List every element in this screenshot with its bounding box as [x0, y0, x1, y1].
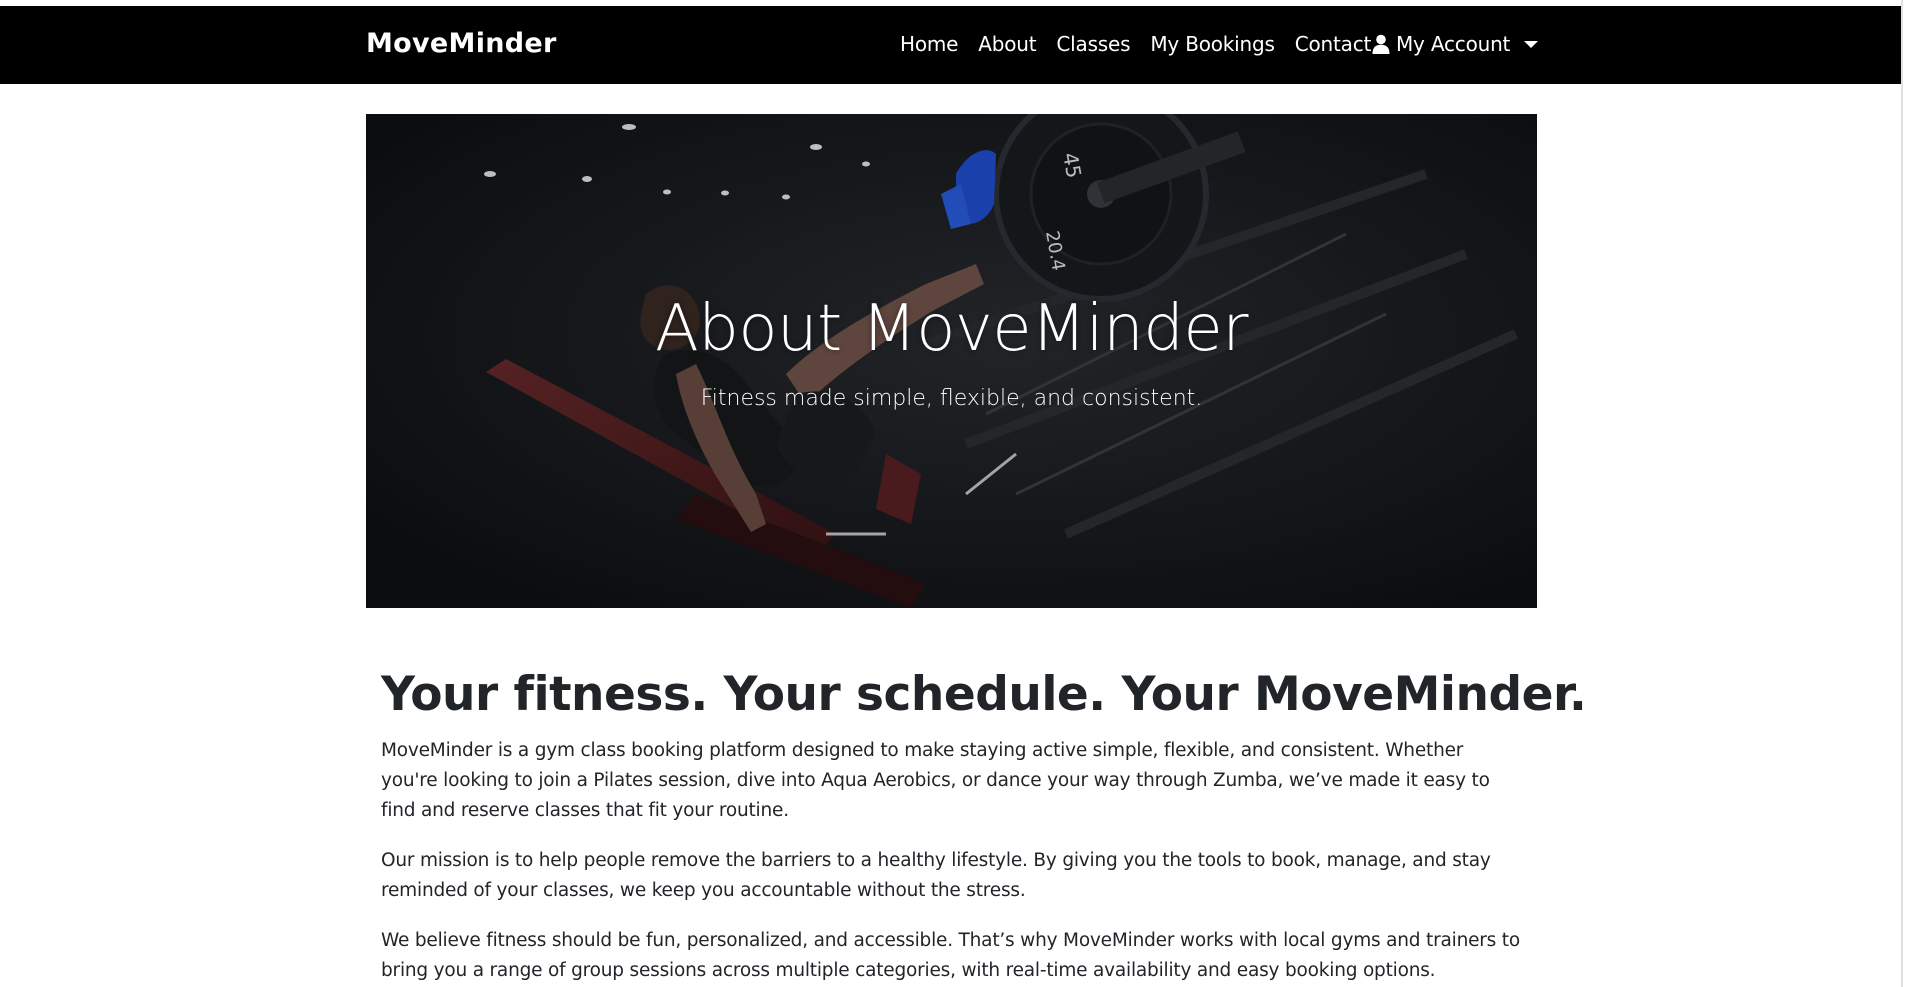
nav-link-contact[interactable]: Contact [1285, 32, 1381, 56]
navbar: MoveMinder Home About Classes My Booking… [0, 6, 1901, 84]
page: MoveMinder Home About Classes My Booking… [0, 0, 1906, 987]
hero-title: About MoveMinder [654, 292, 1249, 366]
about-content: Your fitness. Your schedule. Your MoveMi… [381, 667, 1587, 987]
about-headline: Your fitness. Your schedule. Your MoveMi… [381, 667, 1587, 722]
nav-link-my-bookings[interactable]: My Bookings [1140, 32, 1284, 56]
nav-link-classes[interactable]: Classes [1046, 32, 1140, 56]
my-account-dropdown[interactable]: My Account [1372, 32, 1539, 56]
caret-down-icon [1524, 40, 1539, 48]
nav-link-home[interactable]: Home [890, 32, 968, 56]
scrollbar-track[interactable] [1901, 0, 1903, 987]
about-paragraph-1: MoveMinder is a gym class booking platfo… [381, 740, 1490, 822]
brand-logo[interactable]: MoveMinder [366, 28, 557, 59]
hero-subtitle: Fitness made simple, flexible, and consi… [700, 386, 1203, 411]
my-account-label: My Account [1396, 32, 1511, 56]
about-paragraph-3: We believe fitness should be fun, person… [381, 930, 1520, 982]
nav-links: Home About Classes My Bookings Contact [890, 32, 1381, 56]
hero-banner: 45 20.4 About MoveMinder Fitness made si… [366, 114, 1537, 608]
about-paragraph-2: Our mission is to help people remove the… [381, 850, 1491, 902]
nav-link-about[interactable]: About [968, 32, 1046, 56]
user-icon [1372, 34, 1390, 54]
